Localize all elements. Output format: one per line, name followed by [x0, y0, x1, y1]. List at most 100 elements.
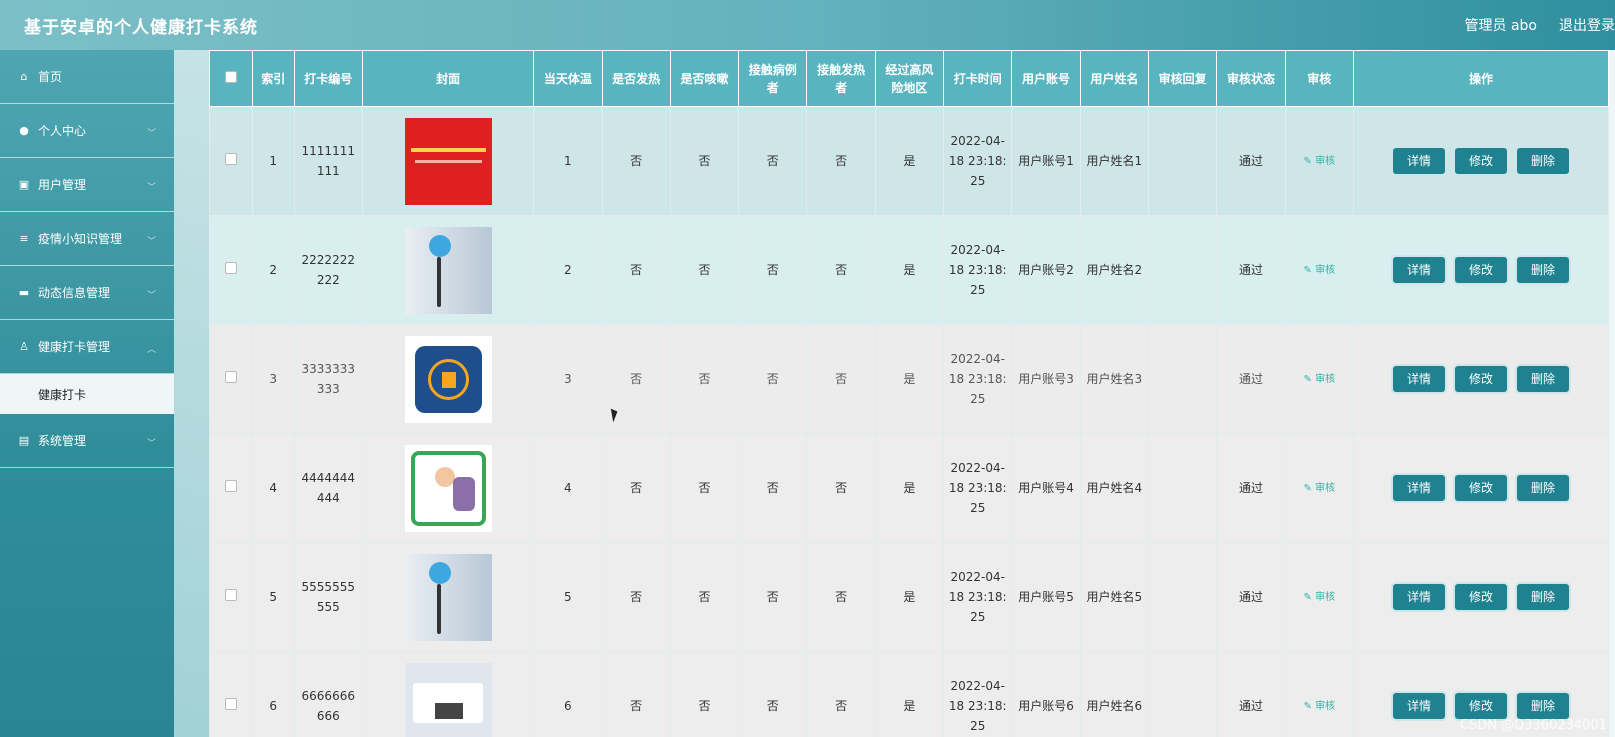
cover-image [404, 226, 492, 314]
fever-cell: 否 [601, 651, 671, 737]
row-checkbox[interactable] [224, 262, 237, 274]
column-header: 打卡时间 [943, 50, 1013, 107]
fever-cell: 否 [601, 433, 671, 543]
audit-reply-cell [1148, 215, 1218, 325]
detail-button[interactable]: 详情 [1392, 366, 1445, 392]
delete-button[interactable]: 删除 [1516, 257, 1569, 283]
detail-button[interactable]: 详情 [1392, 148, 1445, 174]
audit-cell[interactable]: ✎ 审核 [1284, 651, 1354, 737]
sidebar-item-health-checkin[interactable]: ♙ 健康打卡管理 ︿ [0, 320, 174, 374]
audit-reply-cell [1148, 542, 1218, 652]
row-select-cell[interactable] [209, 215, 253, 325]
select-all-cell[interactable] [209, 50, 253, 107]
risk-area-cell: 是 [874, 106, 945, 216]
audit-cell[interactable]: ✎ 审核 [1284, 542, 1354, 652]
edit-button[interactable]: 修改 [1454, 475, 1507, 501]
edit-button[interactable]: 修改 [1454, 257, 1507, 283]
chart-icon: ▤ [18, 434, 30, 447]
logout-link[interactable]: 退出登录 [1559, 15, 1615, 35]
actions-cell: 详情 修改 删除 [1352, 106, 1610, 216]
delete-button[interactable]: 删除 [1516, 148, 1569, 174]
account-cell: 用户账号2 [1011, 215, 1081, 325]
fever-cell: 否 [601, 215, 671, 325]
contact-fever-cell: 否 [806, 542, 876, 652]
audit-label: 审核 [1315, 265, 1336, 276]
audit-status-cell: 通过 [1216, 542, 1286, 652]
row-checkbox[interactable] [224, 371, 237, 383]
risk-area-cell: 是 [874, 324, 945, 434]
cover-cell [361, 433, 535, 543]
column-header: 接触发热者 [806, 50, 876, 107]
audit-cell[interactable]: ✎ 审核 [1284, 324, 1354, 434]
sidebar-item-news[interactable]: ▬ 动态信息管理 ﹀ [0, 266, 174, 320]
detail-button[interactable]: 详情 [1392, 584, 1445, 610]
contact-fever-cell: 否 [806, 215, 876, 325]
edit-button[interactable]: 修改 [1454, 366, 1507, 392]
row-select-cell[interactable] [209, 542, 253, 652]
row-checkbox[interactable] [224, 698, 237, 710]
sidebar-item-label: 动态信息管理 [38, 286, 111, 300]
audit-cell[interactable]: ✎ 审核 [1284, 106, 1354, 216]
audit-link[interactable]: ✎ 审核 [1304, 483, 1336, 494]
audit-label: 审核 [1315, 701, 1336, 712]
row-select-cell[interactable] [209, 324, 253, 434]
delete-button[interactable]: 删除 [1516, 366, 1569, 392]
edit-icon: ✎ [1303, 483, 1316, 494]
code-cell: 6666666666 [293, 651, 363, 737]
account-cell: 用户账号5 [1011, 542, 1081, 652]
sidebar-item-system[interactable]: ▤ 系统管理 ﹀ [0, 414, 174, 468]
chevron-down-icon: ﹀ [146, 291, 156, 301]
audit-link[interactable]: ✎ 审核 [1304, 265, 1336, 276]
code-cell: 5555555555 [293, 542, 363, 652]
column-header: 接触病例者 [738, 50, 808, 107]
actions-cell: 详情 修改 删除 [1352, 324, 1610, 434]
temperature-cell: 2 [533, 215, 603, 325]
code-cell: 1111111111 [293, 106, 363, 216]
delete-button[interactable]: 删除 [1516, 475, 1569, 501]
cover-cell [361, 215, 535, 325]
name-cell: 用户姓名5 [1079, 542, 1150, 652]
chevron-down-icon: ﹀ [146, 439, 156, 449]
column-header: 审核状态 [1216, 50, 1286, 107]
contact-case-cell: 否 [738, 651, 808, 737]
select-all-checkbox[interactable] [224, 70, 237, 83]
delete-button[interactable]: 删除 [1516, 584, 1569, 610]
audit-link[interactable]: ✎ 审核 [1304, 156, 1336, 167]
delete-button[interactable]: 删除 [1516, 693, 1569, 719]
row-checkbox[interactable] [224, 153, 237, 165]
detail-button[interactable]: 详情 [1392, 475, 1445, 501]
edit-button[interactable]: 修改 [1454, 584, 1507, 610]
edit-button[interactable]: 修改 [1454, 693, 1507, 719]
audit-label: 审核 [1315, 374, 1336, 385]
edit-button[interactable]: 修改 [1454, 148, 1507, 174]
sidebar-item-personal-center[interactable]: ● 个人中心 ﹀ [0, 104, 174, 158]
app-title: 基于安卓的个人健康打卡系统 [24, 17, 258, 38]
detail-button[interactable]: 详情 [1392, 693, 1445, 719]
edit-icon: ✎ [1303, 156, 1316, 167]
name-cell: 用户姓名1 [1079, 106, 1150, 216]
sidebar-item-knowledge[interactable]: ≡ 疫情小知识管理 ﹀ [0, 212, 174, 266]
watermark: CSDN @Q3360234001 [1459, 718, 1607, 733]
audit-link[interactable]: ✎ 审核 [1304, 374, 1336, 385]
row-select-cell[interactable] [209, 651, 253, 737]
row-select-cell[interactable] [209, 106, 253, 216]
edit-icon: ✎ [1303, 374, 1316, 385]
audit-cell[interactable]: ✎ 审核 [1284, 215, 1354, 325]
sidebar-item-home[interactable]: ⌂ 首页 [0, 50, 174, 104]
edit-icon: ✎ [1303, 592, 1316, 603]
row-checkbox[interactable] [224, 589, 237, 601]
audit-cell[interactable]: ✎ 审核 [1284, 433, 1354, 543]
sidebar-subitem-checkin[interactable]: 健康打卡 [0, 374, 174, 414]
audit-link[interactable]: ✎ 审核 [1304, 592, 1336, 603]
column-header: 索引 [251, 50, 295, 107]
checkin-time-cell: 2022-04-18 23:18:25 [943, 106, 1013, 216]
cough-cell: 否 [669, 433, 740, 543]
row-select-cell[interactable] [209, 433, 253, 543]
clipboard-icon: ▣ [18, 178, 30, 191]
detail-button[interactable]: 详情 [1392, 257, 1445, 283]
audit-link[interactable]: ✎ 审核 [1304, 701, 1336, 712]
sidebar-item-user-management[interactable]: ▣ 用户管理 ﹀ [0, 158, 174, 212]
audit-label: 审核 [1315, 156, 1336, 167]
row-checkbox[interactable] [224, 480, 237, 492]
audit-label: 审核 [1315, 483, 1336, 494]
